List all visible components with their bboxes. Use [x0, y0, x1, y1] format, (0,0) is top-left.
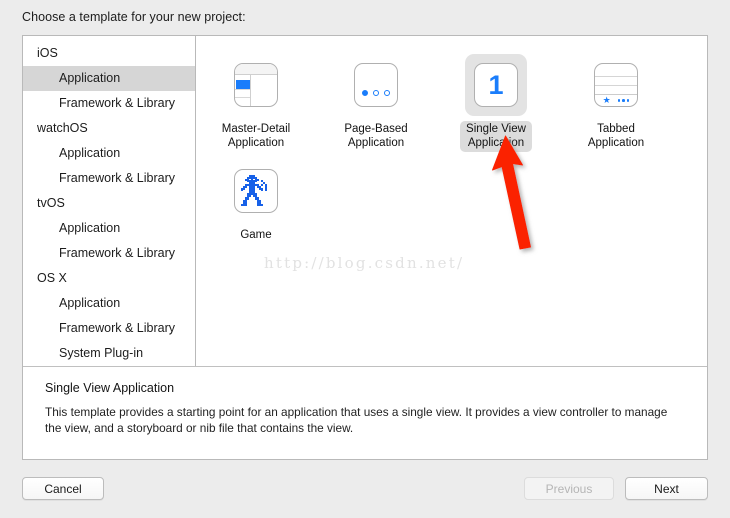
sidebar-item-framework-library[interactable]: Framework & Library: [23, 166, 195, 191]
tabbed-icon: ★: [594, 63, 638, 107]
template-icon-wrap: 1: [465, 54, 527, 116]
dialog-prompt: Choose a template for your new project:: [22, 10, 246, 24]
template-tile-game[interactable]: Game: [196, 156, 316, 244]
template-tile-single-view-application[interactable]: 1 Single View Application: [436, 50, 556, 152]
template-tile-master-detail-application[interactable]: Master-Detail Application: [196, 50, 316, 152]
sidebar-item-framework-library[interactable]: Framework & Library: [23, 91, 195, 116]
template-tile-label: Single View Application: [460, 121, 532, 152]
single-view-icon: 1: [474, 63, 518, 107]
template-icon-wrap: [225, 160, 287, 222]
sidebar-item-framework-library[interactable]: Framework & Library: [23, 316, 195, 341]
template-description-panel: Single View Application This template pr…: [23, 367, 707, 459]
sidebar-item-watchos[interactable]: watchOS: [23, 116, 195, 141]
game-sprite-pixels: [241, 175, 271, 207]
template-icon-wrap: ★: [585, 54, 647, 116]
template-icon-wrap: [345, 54, 407, 116]
description-title: Single View Application: [45, 381, 175, 395]
sidebar-item-os-x[interactable]: OS X: [23, 266, 195, 291]
template-icon-wrap: [225, 54, 287, 116]
template-tile-tabbed-application[interactable]: ★ Tabbed Application: [556, 50, 676, 152]
page-based-icon: [354, 63, 398, 107]
template-tile-label: Game: [240, 229, 272, 241]
watermark-text: http://blog.csdn.net/: [264, 254, 465, 272]
sidebar-item-application[interactable]: Application: [23, 66, 195, 91]
sidebar-item-tvos[interactable]: tvOS: [23, 191, 195, 216]
description-body: This template provides a starting point …: [45, 405, 668, 435]
next-button[interactable]: Next: [625, 477, 708, 500]
platform-sidebar[interactable]: iOS Application Framework & Library watchOS…: [23, 36, 196, 366]
previous-button: Previous: [524, 477, 614, 500]
sidebar-item-application[interactable]: Application: [23, 216, 195, 241]
template-tile-label: Page-Based Application: [344, 123, 408, 149]
master-detail-icon: [234, 63, 278, 107]
sidebar-item-framework-library[interactable]: Framework & Library: [23, 241, 195, 266]
template-tile-label: Master-Detail Application: [221, 123, 291, 149]
sidebar-item-application[interactable]: Application: [23, 141, 195, 166]
template-row-1: Master-Detail Application Page-Based Appl…: [196, 50, 707, 152]
template-row-2: Game: [196, 156, 707, 244]
panel-upper-area: iOS Application Framework & Library watchOS…: [23, 36, 707, 367]
sidebar-item-ios[interactable]: iOS: [23, 41, 195, 66]
template-chooser-panel: iOS Application Framework & Library watchOS…: [22, 35, 708, 460]
template-grid[interactable]: Master-Detail Application Page-Based Appl…: [196, 36, 707, 366]
game-sprite-icon: [234, 169, 278, 213]
sidebar-item-system-plug-in[interactable]: System Plug-in: [23, 341, 195, 366]
template-tile-page-based-application[interactable]: Page-Based Application: [316, 50, 436, 152]
template-tile-label: Tabbed Application: [587, 123, 645, 149]
sidebar-item-application[interactable]: Application: [23, 291, 195, 316]
cancel-button[interactable]: Cancel: [22, 477, 104, 500]
